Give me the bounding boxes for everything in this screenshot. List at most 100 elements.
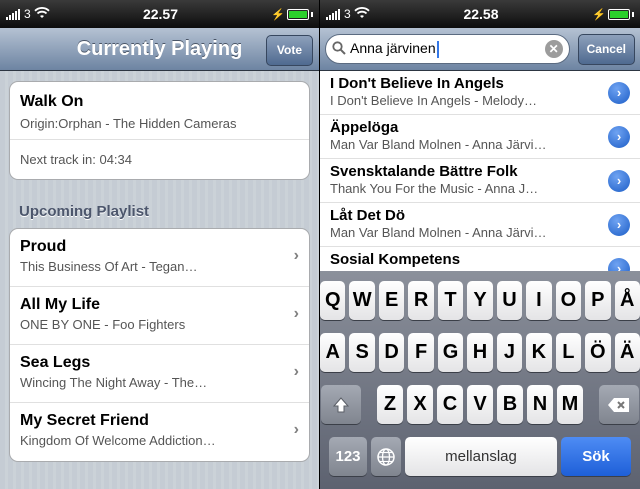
disclosure-icon[interactable]: › [608, 214, 630, 236]
content-area: Walk On Origin:Orphan - The Hidden Camer… [0, 71, 319, 489]
key-h[interactable]: H [467, 333, 493, 372]
result-title: Äppelöga [330, 119, 399, 136]
disclosure-icon[interactable]: › [608, 82, 630, 104]
key-f[interactable]: F [408, 333, 434, 372]
key-o[interactable]: O [555, 281, 582, 320]
space-key[interactable]: mellanslag [405, 437, 557, 476]
clock: 22.58 [463, 6, 499, 22]
track-title: Proud [20, 238, 67, 255]
playlist-item[interactable]: Sea Legs Wincing The Night Away - The… › [10, 345, 309, 403]
playlist-item[interactable]: All My Life ONE BY ONE - Foo Fighters › [10, 287, 309, 345]
key-r[interactable]: R [408, 281, 434, 320]
key-t[interactable]: T [437, 281, 464, 320]
result-subtitle: Man Var Bland Molnen - Anna Järvi… [330, 137, 547, 152]
search-screen: 3 22.58 ⚡ Anna järvinen ✕ Cancel I Don't… [320, 0, 640, 489]
playlist-item[interactable]: Proud This Business Of Art - Tegan… › [10, 229, 309, 287]
keyboard: QWERTYUIOPÅ ASDFGHJKLÖÄ ZXCVBNM 123 mell… [320, 271, 640, 489]
key-y[interactable]: Y [467, 281, 493, 320]
track-title: All My Life [20, 296, 101, 313]
key-w[interactable]: W [349, 281, 375, 320]
backspace-icon [608, 397, 629, 412]
chevron-right-icon: › [293, 421, 299, 438]
key-m[interactable]: M [557, 385, 583, 424]
now-playing-card: Walk On Origin:Orphan - The Hidden Camer… [9, 81, 310, 180]
result-row[interactable]: Låt Det Dö Man Var Bland Molnen - Anna J… [320, 203, 640, 247]
track-subtitle: ONE BY ONE - Foo Fighters [20, 317, 186, 332]
key-a[interactable]: A [320, 333, 346, 372]
cancel-button[interactable]: Cancel [577, 33, 635, 65]
key-u[interactable]: U [496, 281, 523, 320]
section-header: Upcoming Playlist [19, 203, 150, 220]
key-e[interactable]: E [378, 281, 405, 320]
playlist-item[interactable]: My Secret Friend Kingdom Of Welcome Addi… [10, 403, 309, 461]
playlist: Proud This Business Of Art - Tegan… › Al… [9, 228, 310, 462]
key-i[interactable]: I [526, 281, 552, 320]
shift-icon [332, 396, 350, 412]
key-j[interactable]: J [496, 333, 523, 372]
key-x[interactable]: X [407, 385, 433, 424]
search-bar: Anna järvinen ✕ Cancel [320, 28, 640, 71]
key-g[interactable]: G [437, 333, 464, 372]
now-playing-title: Walk On [20, 93, 84, 110]
result-row[interactable]: Äppelöga Man Var Bland Molnen - Anna Jär… [320, 115, 640, 159]
search-results: I Don't Believe In Angels I Don't Believ… [320, 71, 640, 271]
status-bar: 3 22.58 ⚡ [320, 0, 640, 28]
keyboard-row-1: QWERTYUIOPÅ [320, 281, 640, 320]
numbers-key[interactable]: 123 [329, 437, 367, 476]
keyboard-row-4: 123 mellanslag Sök [320, 437, 640, 476]
search-icon [332, 40, 346, 58]
disclosure-icon[interactable]: › [608, 126, 630, 148]
search-key[interactable]: Sök [561, 437, 631, 476]
wifi-icon [34, 6, 50, 22]
battery-icon: ⚡ [592, 8, 634, 21]
shift-key[interactable] [321, 385, 361, 424]
result-row[interactable]: Svensktalande Bättre Folk Thank You For … [320, 159, 640, 203]
key-k[interactable]: K [526, 333, 552, 372]
navigation-bar: Currently Playing Vote [0, 28, 319, 71]
chevron-right-icon: › [293, 363, 299, 380]
battery-icon: ⚡ [271, 8, 313, 21]
key-ä[interactable]: Ä [614, 333, 640, 372]
key-v[interactable]: V [467, 385, 493, 424]
disclosure-icon[interactable]: › [608, 170, 630, 192]
globe-key[interactable] [371, 437, 401, 476]
text-cursor [436, 40, 439, 58]
wifi-icon [354, 6, 370, 22]
result-subtitle: Thank You For the Music - Anna J… [330, 181, 539, 196]
result-subtitle: Man Var Bland Molnen - Anna Järvi… [330, 225, 547, 240]
carrier-label: 3 [24, 7, 31, 21]
key-ö[interactable]: Ö [585, 333, 611, 372]
now-playing-screen: 3 22.57 ⚡ Currently Playing Vote Walk On… [0, 0, 319, 489]
key-z[interactable]: Z [377, 385, 403, 424]
chevron-right-icon: › [293, 305, 299, 322]
result-row[interactable]: I Don't Believe In Angels I Don't Believ… [320, 71, 640, 115]
next-track-countdown: Next track in: 04:34 [20, 152, 132, 167]
search-input[interactable]: Anna järvinen ✕ [325, 34, 570, 64]
result-title: Sosial Kompetens [330, 251, 461, 268]
key-n[interactable]: N [527, 385, 553, 424]
page-title: Currently Playing [76, 37, 243, 60]
key-l[interactable]: L [555, 333, 582, 372]
clear-icon[interactable]: ✕ [544, 40, 563, 58]
key-p[interactable]: P [585, 281, 611, 320]
result-title: I Don't Believe In Angels [330, 75, 504, 92]
now-playing-subtitle: Origin:Orphan - The Hidden Cameras [20, 116, 237, 131]
search-query: Anna järvinen [350, 40, 436, 57]
result-title: Svensktalande Bättre Folk [330, 163, 518, 180]
key-b[interactable]: B [497, 385, 523, 424]
key-q[interactable]: Q [320, 281, 346, 320]
keyboard-row-2: ASDFGHJKLÖÄ [320, 333, 640, 372]
track-subtitle: Kingdom Of Welcome Addiction… [20, 433, 216, 448]
track-subtitle: Wincing The Night Away - The… [20, 375, 208, 390]
result-subtitle: I Don't Believe In Angels - Melody… [330, 93, 537, 108]
vote-button[interactable]: Vote [265, 35, 313, 66]
key-s[interactable]: S [349, 333, 375, 372]
backspace-key[interactable] [599, 385, 639, 424]
key-å[interactable]: Å [614, 281, 640, 320]
key-c[interactable]: C [437, 385, 463, 424]
track-title: Sea Legs [20, 354, 91, 371]
status-bar: 3 22.57 ⚡ [0, 0, 319, 28]
result-row[interactable]: Sosial Kompetens › [320, 247, 640, 271]
key-d[interactable]: D [378, 333, 405, 372]
signal-icon [6, 8, 20, 20]
